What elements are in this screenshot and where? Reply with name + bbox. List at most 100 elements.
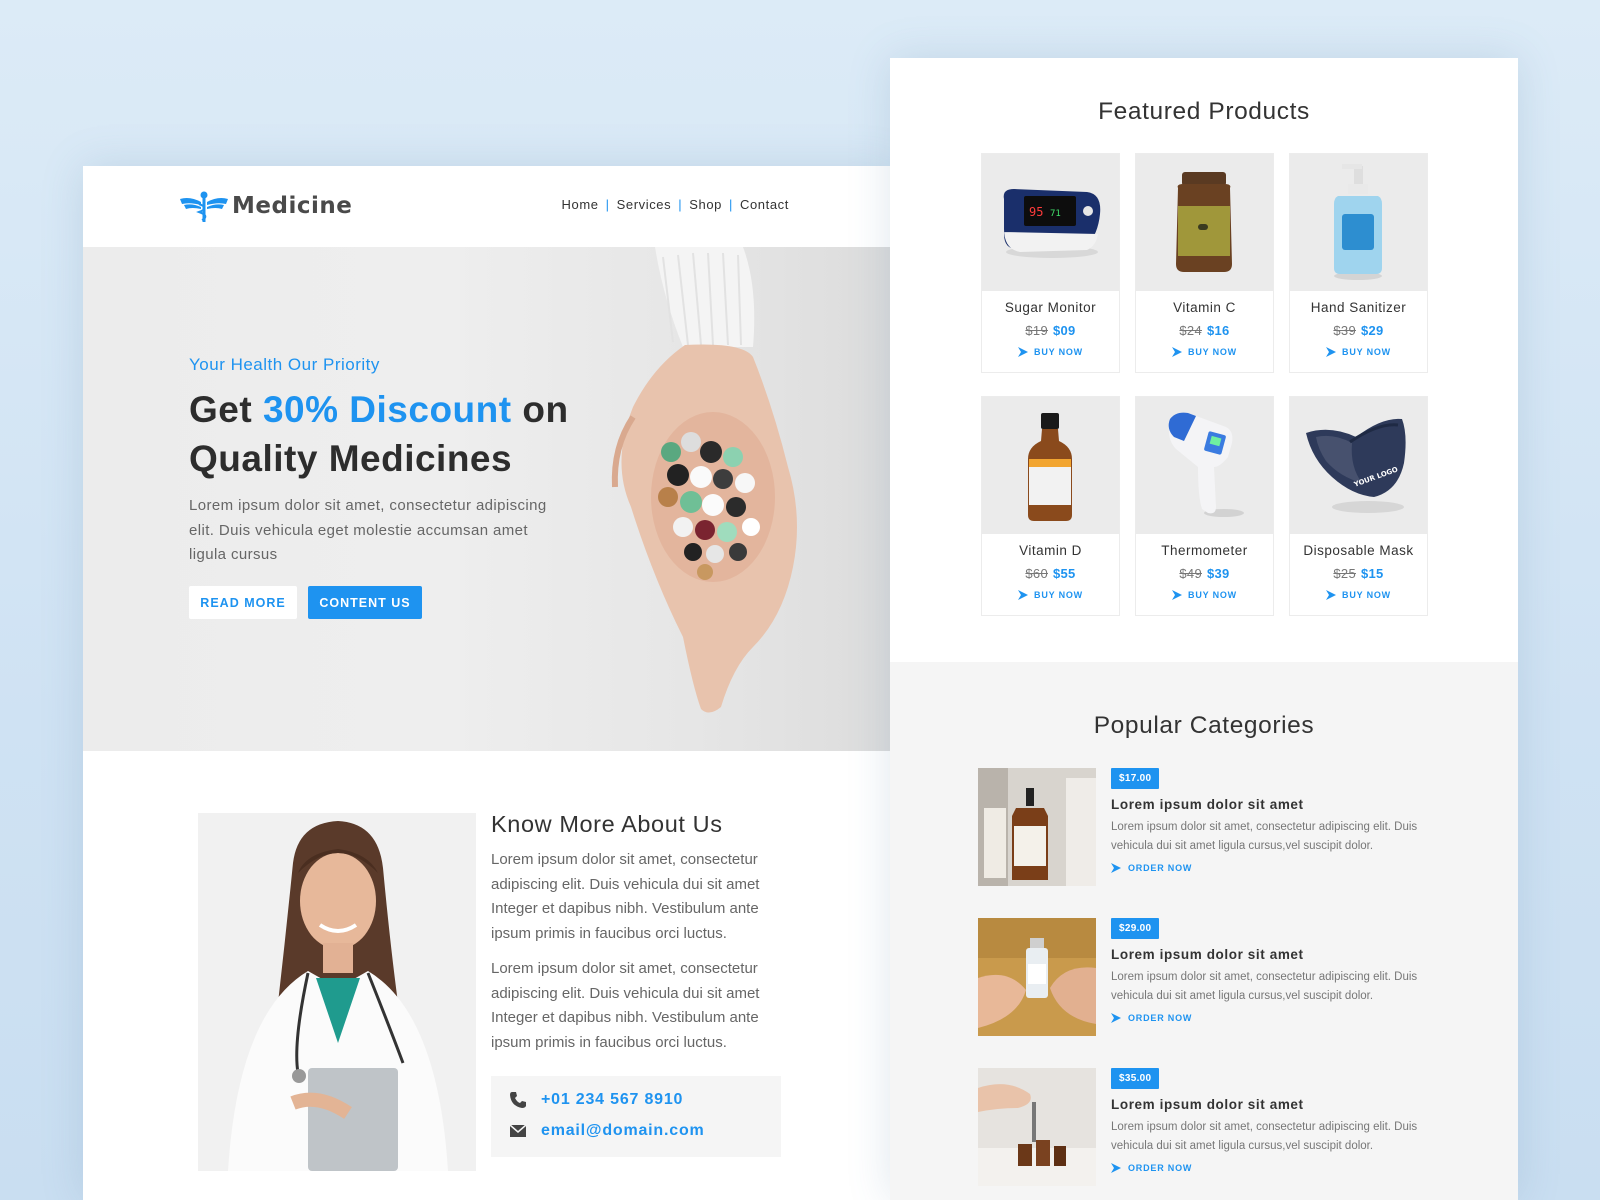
old-price: $60 [1025, 566, 1048, 581]
product-card[interactable]: 95 71 Sugar Monitor $19 $09 BUY NOW [981, 153, 1120, 373]
hero-description: Lorem ipsum dolor sit amet, consectetur … [189, 497, 547, 563]
arrow-right-icon [1326, 590, 1337, 600]
vitamin-d-image [982, 397, 1119, 534]
contact-us-button[interactable]: CONTENT US [308, 586, 422, 619]
buy-now-label: BUY NOW [1342, 347, 1391, 357]
hero-tagline: Your Health Our Priority [189, 355, 380, 374]
buy-now-link[interactable]: BUY NOW [1290, 347, 1427, 357]
category-item[interactable]: $35.00 Lorem ipsum dolor sit amet Lorem … [978, 1068, 1438, 1186]
product-name: Disposable Mask [1303, 543, 1414, 558]
headline-post: on [511, 389, 569, 430]
arrow-right-icon [1111, 863, 1121, 873]
arrow-right-icon [1172, 347, 1183, 357]
caduceus-icon [180, 191, 228, 222]
email-address[interactable]: email@domain.com [541, 1122, 705, 1140]
about-section: Know More About Us Lorem ipsum dolor sit… [83, 751, 894, 1200]
order-now-link[interactable]: ORDER NOW [1111, 1013, 1192, 1023]
product-card[interactable]: Thermometer $49 $39 BUY NOW [1135, 396, 1274, 616]
category-text: Lorem ipsum dolor sit amet, consectetur … [1111, 821, 1418, 852]
order-now-link[interactable]: ORDER NOW [1111, 1163, 1192, 1173]
new-price: $39 [1207, 566, 1230, 581]
product-card[interactable]: YOUR LOGO Disposable Mask $25 $15 BUY NOW [1289, 396, 1428, 616]
buy-now-link[interactable]: BUY NOW [1290, 590, 1427, 600]
arrow-right-icon [1326, 347, 1337, 357]
order-now-label: ORDER NOW [1128, 1163, 1193, 1173]
buy-now-label: BUY NOW [1034, 347, 1083, 357]
svg-text:95: 95 [1029, 205, 1043, 219]
product-name: Hand Sanitizer [1310, 300, 1407, 315]
dropper-vials-image [978, 1068, 1096, 1186]
price-badge: $29.00 [1111, 918, 1160, 939]
product-card[interactable]: Vitamin C $24 $16 BUY NOW [1135, 153, 1274, 373]
product-name: Thermometer [1161, 543, 1248, 558]
vitamin-c-image [1136, 154, 1273, 291]
category-item[interactable]: $17.00 Lorem ipsum dolor sit amet Lorem … [978, 768, 1438, 886]
arrow-right-icon [1172, 590, 1183, 600]
nav-services[interactable]: Services [617, 197, 672, 212]
thermometer-image [1136, 397, 1273, 534]
phone-number[interactable]: +01 234 567 8910 [541, 1091, 683, 1109]
hero-headline: Get 30% Discount on Quality Medicines [189, 385, 569, 483]
buy-now-link[interactable]: BUY NOW [1136, 347, 1273, 357]
about-paragraph: Lorem ipsum dolor sit amet, consectetur … [491, 960, 760, 1051]
product-price: $49 $39 [1136, 566, 1273, 581]
product-price: $60 $55 [982, 566, 1119, 581]
buy-now-link[interactable]: BUY NOW [982, 347, 1119, 357]
hand-sanitizer-image [1290, 154, 1427, 291]
product-price: $24 $16 [1136, 323, 1273, 338]
hero-banner: Your Health Our Priority Get 30% Discoun… [83, 247, 894, 751]
read-more-button[interactable]: READ MORE [189, 586, 297, 619]
product-name: Vitamin D [1019, 543, 1082, 558]
featured-products-title: Featured Products [1098, 98, 1310, 125]
price-badge: $17.00 [1111, 768, 1160, 789]
product-name: Sugar Monitor [1004, 300, 1097, 315]
nav-separator: | [729, 197, 733, 212]
price-badge: $35.00 [1111, 1068, 1160, 1089]
order-now-label: ORDER NOW [1128, 1013, 1193, 1023]
about-title: Know More About Us [491, 811, 723, 837]
product-price: $39 $29 [1290, 323, 1427, 338]
phone-row[interactable]: +01 234 567 8910 [509, 1091, 683, 1109]
product-card[interactable]: Vitamin D $60 $55 BUY NOW [981, 396, 1120, 616]
old-price: $24 [1179, 323, 1202, 338]
vial-in-hands-image [978, 918, 1096, 1036]
buy-now-label: BUY NOW [1034, 590, 1083, 600]
buy-now-label: BUY NOW [1342, 590, 1391, 600]
logo[interactable]: Medicine [180, 190, 352, 222]
order-now-label: ORDER NOW [1128, 863, 1193, 873]
product-card[interactable]: Hand Sanitizer $39 $29 BUY NOW [1289, 153, 1428, 373]
category-text: Lorem ipsum dolor sit amet, consectetur … [1111, 971, 1418, 1002]
old-price: $19 [1025, 323, 1048, 338]
buy-now-link[interactable]: BUY NOW [982, 590, 1119, 600]
hand-with-pills-image [611, 247, 797, 713]
phone-icon [510, 1092, 526, 1108]
arrow-right-icon [1111, 1013, 1121, 1023]
nav-contact[interactable]: Contact [740, 197, 789, 212]
buy-now-label: BUY NOW [1188, 347, 1237, 357]
headline-pre: Get [189, 389, 263, 430]
category-title: Lorem ipsum dolor sit amet [1111, 1097, 1304, 1112]
category-text: Lorem ipsum dolor sit amet, consectetur … [1111, 1121, 1418, 1152]
arrow-right-icon [1018, 347, 1029, 357]
buy-now-link[interactable]: BUY NOW [1136, 590, 1273, 600]
contact-box: +01 234 567 8910 email@domain.com [491, 1076, 781, 1157]
category-item[interactable]: $29.00 Lorem ipsum dolor sit amet Lorem … [978, 918, 1438, 1036]
email-template-right: Featured Products 95 71 Sugar Monitor $1… [890, 58, 1518, 1200]
top-nav: Home | Services | Shop | Contact [562, 197, 789, 212]
headline-discount: 30% Discount [262, 389, 512, 430]
nav-separator: | [605, 197, 610, 212]
arrow-right-icon [1111, 1163, 1121, 1173]
serum-bottles-image [978, 768, 1096, 886]
svg-text:71: 71 [1050, 209, 1061, 219]
sugar-monitor-image: 95 71 [982, 154, 1119, 291]
nav-home[interactable]: Home [562, 197, 599, 212]
email-row[interactable]: email@domain.com [509, 1122, 705, 1140]
nav-shop[interactable]: Shop [689, 197, 722, 212]
nav-separator: | [678, 197, 683, 212]
category-title: Lorem ipsum dolor sit amet [1111, 797, 1304, 812]
envelope-icon [509, 1124, 527, 1137]
order-now-link[interactable]: ORDER NOW [1111, 863, 1192, 873]
headline-line2: Quality Medicines [189, 438, 513, 479]
new-price: $09 [1053, 323, 1076, 338]
brand-name: Medicine [232, 193, 353, 219]
